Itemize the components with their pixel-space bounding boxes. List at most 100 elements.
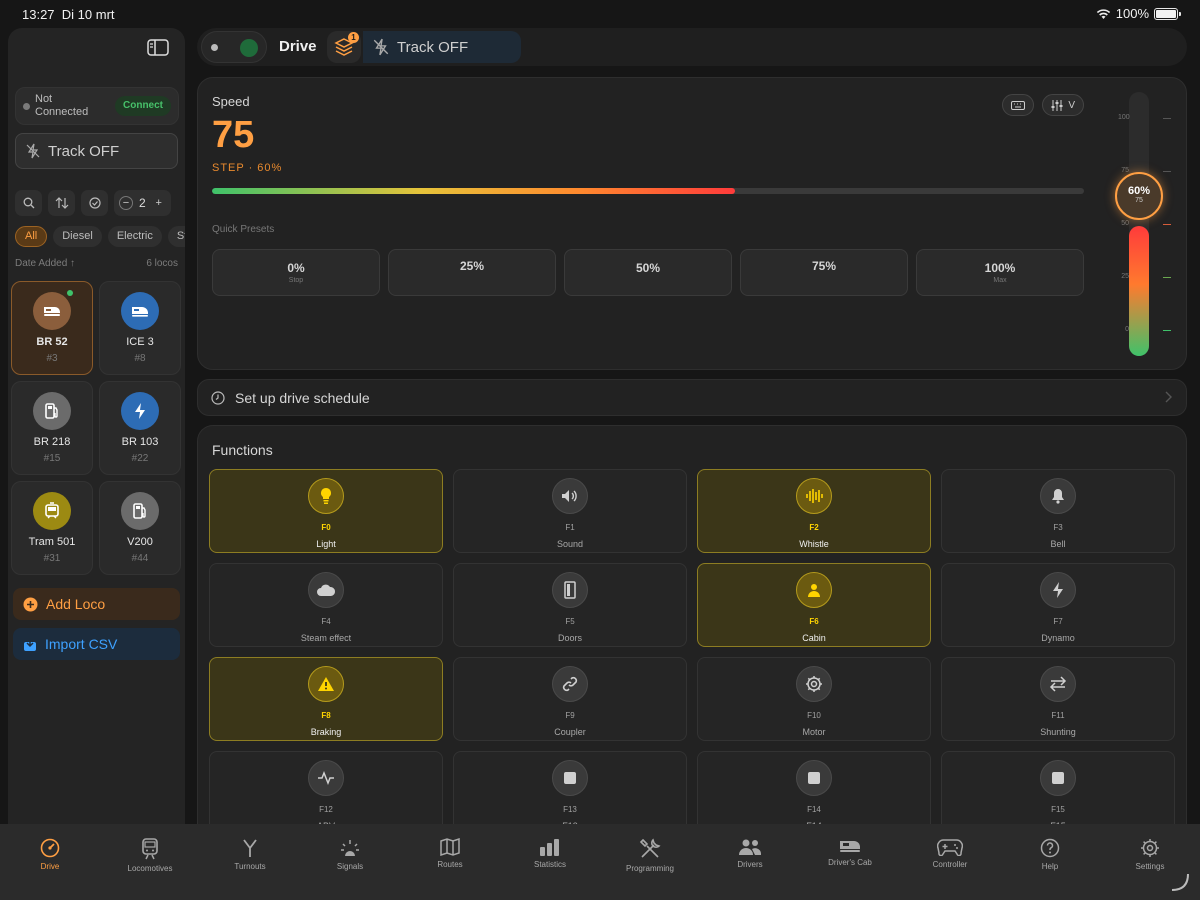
sort-label[interactable]: Date Added ↑ bbox=[15, 258, 75, 269]
preset-25[interactable]: 25% bbox=[388, 249, 556, 296]
function-tile-f0[interactable]: F0 Light bbox=[209, 469, 443, 553]
filter-chip-steam[interactable]: St bbox=[167, 226, 185, 247]
select-button[interactable] bbox=[81, 190, 108, 216]
tab-label: Driver's Cab bbox=[828, 858, 872, 867]
function-tile-f5[interactable]: F5 Doors bbox=[453, 563, 687, 647]
filter-chip-all[interactable]: All bbox=[15, 226, 48, 247]
function-tile-f3[interactable]: F3 Bell bbox=[941, 469, 1175, 553]
function-label: Dynamo bbox=[1041, 633, 1075, 643]
mode-button[interactable]: V bbox=[1042, 94, 1084, 116]
loco-card[interactable]: BR 103 #22 bbox=[99, 381, 181, 475]
function-tile-f9[interactable]: F9 Coupler bbox=[453, 657, 687, 741]
loco-card[interactable]: ICE 3 #8 bbox=[99, 281, 181, 375]
settings-icon bbox=[1101, 838, 1200, 858]
loco-address: #22 bbox=[131, 453, 149, 464]
type-filters: All Diesel Electric St bbox=[15, 226, 185, 247]
function-tile-f12[interactable]: F12ABV bbox=[209, 751, 443, 824]
tab-controller[interactable]: Controller bbox=[901, 824, 1000, 869]
loco-card[interactable]: BR 52 #3 bbox=[11, 281, 93, 375]
layers-button[interactable]: 1 bbox=[327, 31, 361, 63]
tab-statistics[interactable]: Statistics bbox=[501, 824, 600, 869]
add-loco-button[interactable]: Add Loco bbox=[13, 588, 180, 620]
keyboard-icon bbox=[1011, 100, 1026, 110]
tab-label: Routes bbox=[437, 860, 463, 869]
throttle-slider[interactable]: 100 75 50 25 0 60% 75 bbox=[1115, 92, 1178, 358]
tab-label: Programming bbox=[625, 864, 674, 873]
tab-settings[interactable]: Settings bbox=[1101, 824, 1200, 871]
function-label: Bell bbox=[1050, 539, 1066, 549]
function-label: Sound bbox=[556, 539, 584, 549]
sidebar-track-button[interactable]: Track OFF bbox=[15, 133, 178, 169]
import-csv-button[interactable]: Import CSV bbox=[13, 628, 180, 660]
loco-address: #44 bbox=[131, 553, 149, 564]
tab-drivers[interactable]: Drivers bbox=[701, 824, 800, 869]
preset-50[interactable]: 50% bbox=[564, 249, 732, 296]
online-indicator bbox=[67, 290, 73, 296]
import-csv-label: Import CSV bbox=[45, 636, 118, 652]
preset-100[interactable]: 100% Max bbox=[916, 249, 1084, 296]
map-icon bbox=[401, 838, 500, 856]
preset-0[interactable]: 0% Stop bbox=[212, 249, 380, 296]
throttle-knob[interactable]: 60% 75 bbox=[1115, 172, 1163, 220]
function-icon-circle bbox=[796, 760, 832, 796]
tab-help[interactable]: Help bbox=[1001, 824, 1100, 871]
drive-schedule-row[interactable]: Set up drive schedule bbox=[197, 379, 1187, 416]
function-tile-f10[interactable]: F10 Motor bbox=[697, 657, 931, 741]
bolt-icon bbox=[1051, 581, 1065, 599]
battery-percent: 100% bbox=[1115, 6, 1149, 21]
tab-turnouts[interactable]: Turnouts bbox=[201, 824, 300, 871]
speed-step-label: STEP · 60% bbox=[212, 162, 283, 174]
connect-button[interactable]: Connect bbox=[115, 96, 171, 116]
function-icon-circle bbox=[1040, 572, 1076, 608]
function-tile-f15[interactable]: F15F15 bbox=[941, 751, 1175, 824]
sliders-icon bbox=[1051, 99, 1063, 111]
tab-programming[interactable]: Programming bbox=[601, 824, 700, 873]
tab-routes[interactable]: Routes bbox=[401, 824, 500, 869]
function-icon-circle bbox=[796, 572, 832, 608]
speaker-icon bbox=[561, 489, 579, 503]
plus-button[interactable]: + bbox=[152, 196, 166, 210]
function-tile-f6[interactable]: F6 Cabin bbox=[697, 563, 931, 647]
preset-sub: Max bbox=[993, 277, 1007, 284]
link-icon bbox=[561, 675, 579, 693]
function-icon-circle bbox=[308, 478, 344, 514]
tab-drive[interactable]: Drive bbox=[1, 824, 100, 871]
resize-grip-icon bbox=[1168, 870, 1190, 892]
minus-button[interactable]: − bbox=[119, 196, 133, 210]
tab-locomotives[interactable]: Locomotives bbox=[101, 824, 200, 873]
function-code: F13 bbox=[563, 805, 577, 814]
function-tile-f1[interactable]: F1 Sound bbox=[453, 469, 687, 553]
loco-card[interactable]: V200 #44 bbox=[99, 481, 181, 575]
waveform-icon bbox=[805, 488, 823, 504]
loco-card[interactable]: BR 218 #15 bbox=[11, 381, 93, 475]
loco-card[interactable]: Tram 501 #31 bbox=[11, 481, 93, 575]
keyboard-button[interactable] bbox=[1002, 94, 1035, 116]
square-icon bbox=[807, 771, 821, 785]
functions-grid: F0 Light F1 Sound F2 Whistle F3 Bell F4 Steam eff… bbox=[209, 469, 1175, 824]
function-code: F6 bbox=[809, 617, 819, 626]
preset-75[interactable]: 75% bbox=[740, 249, 908, 296]
drive-mode-toggle[interactable] bbox=[201, 31, 267, 63]
filter-chip-diesel[interactable]: Diesel bbox=[53, 226, 102, 247]
function-tile-f13[interactable]: F13F13 bbox=[453, 751, 687, 824]
function-label: Coupler bbox=[554, 727, 586, 737]
tab-driver-s-cab[interactable]: Driver's Cab bbox=[801, 824, 900, 867]
search-button[interactable] bbox=[15, 190, 42, 216]
bell-icon bbox=[1051, 488, 1065, 504]
function-tile-f2[interactable]: F2 Whistle bbox=[697, 469, 931, 553]
function-tile-f4[interactable]: F4 Steam effect bbox=[209, 563, 443, 647]
filter-chip-electric[interactable]: Electric bbox=[107, 226, 162, 247]
function-tile-f8[interactable]: F8 Braking bbox=[209, 657, 443, 741]
sort-button[interactable] bbox=[48, 190, 75, 216]
add-loco-label: Add Loco bbox=[46, 596, 106, 612]
function-tile-f14[interactable]: F14F14 bbox=[697, 751, 931, 824]
function-icon-circle bbox=[308, 760, 344, 796]
highspeed-train-icon bbox=[130, 304, 150, 318]
speed-progress-fill bbox=[212, 188, 736, 194]
sidebar-icon[interactable] bbox=[147, 39, 169, 56]
function-tile-f7[interactable]: F7 Dynamo bbox=[941, 563, 1175, 647]
top-track-button[interactable]: Track OFF bbox=[363, 31, 521, 63]
tab-signals[interactable]: Signals bbox=[301, 824, 400, 871]
function-tile-f11[interactable]: F11 Shunting bbox=[941, 657, 1175, 741]
function-icon-circle bbox=[796, 666, 832, 702]
